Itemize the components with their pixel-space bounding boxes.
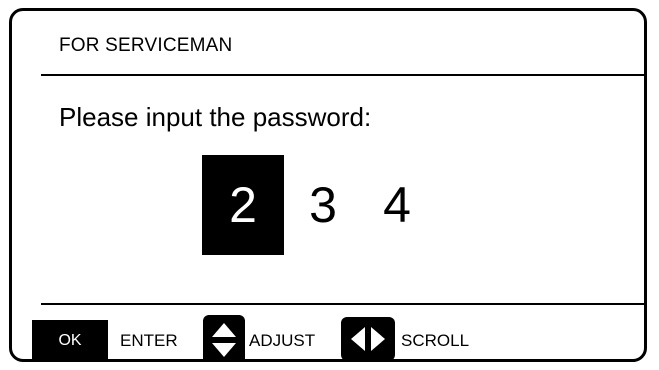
adjust-label: ADJUST <box>249 331 316 350</box>
password-digit-2[interactable]: 3 <box>292 155 354 255</box>
password-prompt: Please input the password: <box>59 102 372 132</box>
scroll-label: SCROLL <box>401 331 470 350</box>
up-down-arrows-icon[interactable] <box>203 315 245 359</box>
ok-button[interactable]: OK <box>32 320 108 359</box>
enter-label: ENTER <box>120 331 178 350</box>
password-digit-3[interactable]: 4 <box>368 155 426 255</box>
page-title: FOR SERVICEMAN <box>59 35 233 56</box>
footer-bar: OK ENTER ADJUST SCROLL <box>12 306 644 359</box>
service-dialog: FOR SERVICEMAN Please input the password… <box>9 8 647 362</box>
footer-divider <box>41 303 644 305</box>
left-right-arrows-icon[interactable] <box>341 317 395 359</box>
header-divider <box>41 74 644 76</box>
password-digit-1[interactable]: 2 <box>202 155 284 255</box>
